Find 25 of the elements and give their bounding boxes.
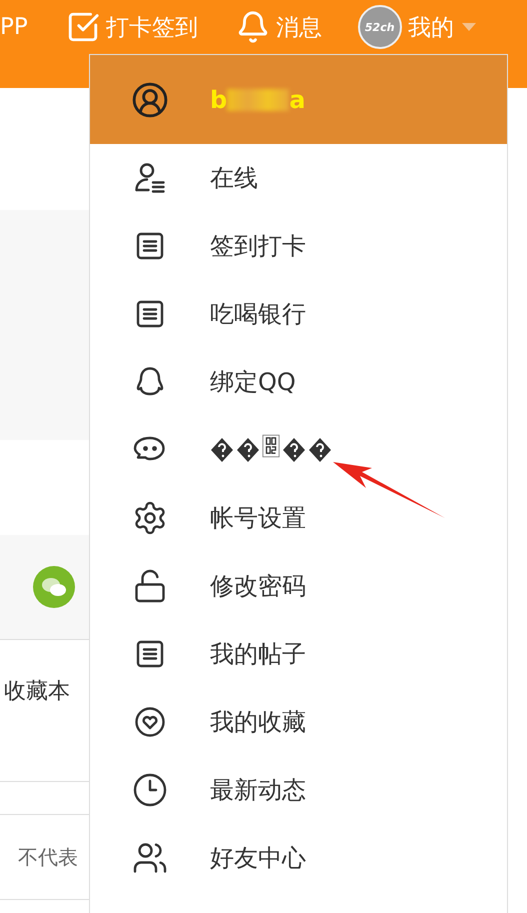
caret-icon [462, 23, 476, 31]
menu-item[interactable]: 绑定QQ [210, 366, 296, 398]
menu-item[interactable]: 帐号设置 [210, 502, 306, 534]
clock-icon [132, 772, 168, 808]
replacement-glyph-icon [236, 437, 260, 463]
redaction-blur [227, 88, 290, 110]
menu-item[interactable]: 在线 [210, 162, 258, 194]
replacement-glyph-icon [308, 437, 332, 463]
missing-glyph-icon [262, 434, 280, 458]
menu-item[interactable]: 修改密码 [210, 570, 306, 602]
username-start: b [210, 86, 228, 114]
menu-item[interactable]: 吃喝银行 [210, 298, 306, 330]
menu-item[interactable]: 最新动态 [210, 774, 306, 806]
username-end: a [289, 86, 306, 114]
post-title: 收藏本 [4, 678, 70, 706]
menu-item[interactable]: 签到打卡 [210, 230, 306, 262]
replacement-glyph-icon [282, 437, 306, 463]
disclaimer-text: 不代表 [18, 844, 78, 870]
avatar-logo-text: 52ch [364, 20, 395, 34]
wechat-icon[interactable] [33, 566, 75, 608]
menu-item[interactable]: 好友中心 [210, 842, 306, 874]
user-icon [131, 80, 169, 118]
menu-item[interactable]: 我的帖子 [210, 638, 306, 670]
replacement-glyph-icon [210, 437, 234, 463]
menu-item[interactable]: 我的收藏 [210, 706, 306, 738]
